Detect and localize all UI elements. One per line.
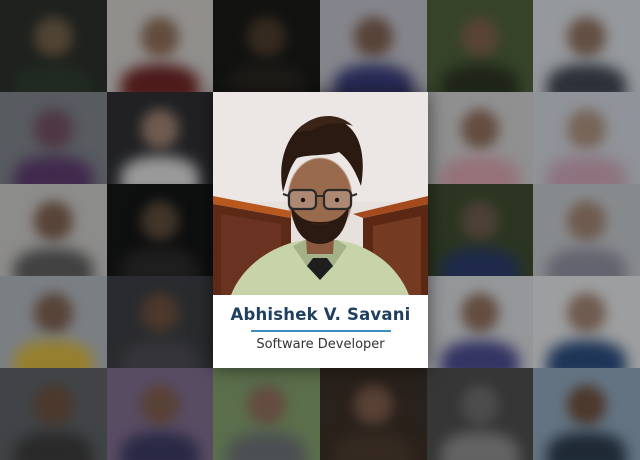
tile-dim-overlay — [426, 184, 534, 276]
tile-dim-overlay — [533, 184, 640, 276]
profile-photo — [213, 92, 428, 295]
tile-dim-overlay — [0, 368, 107, 460]
name-underline — [251, 330, 391, 332]
background-tile — [106, 0, 214, 92]
background-tile — [0, 276, 107, 368]
background-tile — [426, 276, 534, 368]
background-tile — [533, 184, 640, 276]
background-tile — [106, 276, 214, 368]
background-tile — [106, 92, 214, 184]
background-tile — [533, 92, 640, 184]
tile-dim-overlay — [533, 276, 640, 368]
background-tile — [106, 368, 214, 460]
profile-name: Abhishek V. Savani — [230, 305, 411, 324]
background-tile — [213, 368, 320, 460]
background-tile — [426, 92, 534, 184]
tile-dim-overlay — [106, 92, 214, 184]
background-tile — [319, 368, 427, 460]
portrait-image — [213, 92, 428, 295]
background-tile — [426, 0, 534, 92]
profile-card: Abhishek V. Savani Software Developer — [213, 92, 428, 368]
tile-dim-overlay — [426, 276, 534, 368]
tile-dim-overlay — [106, 276, 214, 368]
background-tile — [0, 0, 107, 92]
tile-dim-overlay — [426, 92, 534, 184]
tile-dim-overlay — [533, 368, 640, 460]
background-tile — [0, 92, 107, 184]
tile-dim-overlay — [0, 0, 107, 92]
tile-dim-overlay — [533, 0, 640, 92]
tile-dim-overlay — [0, 184, 107, 276]
background-tile — [533, 368, 640, 460]
background-tile — [0, 184, 107, 276]
tile-dim-overlay — [106, 0, 214, 92]
tile-dim-overlay — [213, 0, 320, 92]
profile-showcase: Abhishek V. Savani Software Developer — [0, 0, 640, 460]
tile-dim-overlay — [213, 368, 320, 460]
background-tile — [213, 0, 320, 92]
background-tile — [0, 368, 107, 460]
background-tile — [106, 184, 214, 276]
tile-dim-overlay — [426, 0, 534, 92]
tile-dim-overlay — [106, 368, 214, 460]
profile-role: Software Developer — [256, 337, 385, 352]
tile-dim-overlay — [533, 92, 640, 184]
background-tile — [533, 0, 640, 92]
background-tile — [533, 276, 640, 368]
tile-dim-overlay — [426, 368, 534, 460]
background-tile — [426, 184, 534, 276]
tile-dim-overlay — [319, 0, 427, 92]
tile-dim-overlay — [0, 92, 107, 184]
tile-dim-overlay — [0, 276, 107, 368]
background-tile — [426, 368, 534, 460]
tile-dim-overlay — [106, 184, 214, 276]
background-tile — [319, 0, 427, 92]
tile-dim-overlay — [319, 368, 427, 460]
